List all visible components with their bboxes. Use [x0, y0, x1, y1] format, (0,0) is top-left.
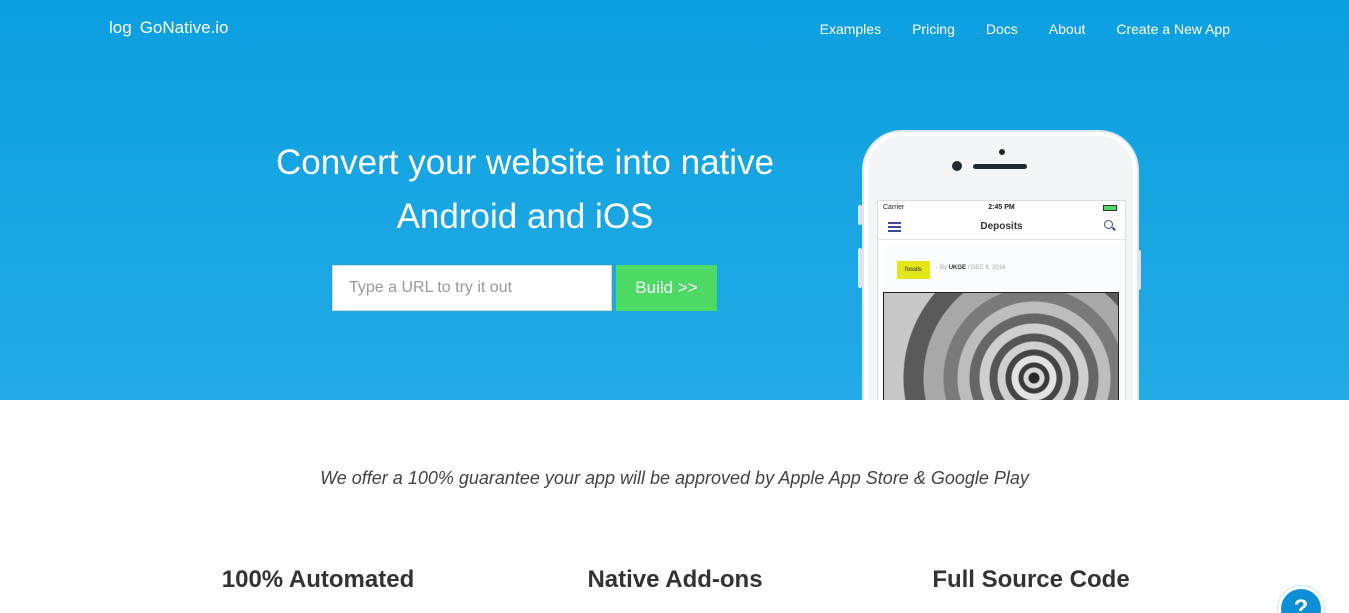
brand-link[interactable]: log GoNative.io — [109, 18, 229, 38]
feature-title-automated: 100% Automated — [221, 566, 415, 593]
feature-title-source-code: Full Source Code — [932, 566, 1130, 593]
help-chat-button[interactable]: ? — [1278, 586, 1324, 613]
article-meta: By UKGE / DEC 8, 2016 — [940, 265, 1005, 271]
url-input[interactable] — [332, 265, 612, 311]
search-icon — [1104, 220, 1113, 229]
battery-icon — [1103, 205, 1117, 211]
author-prefix: By — [940, 265, 948, 271]
feature-title-native-addons: Native Add-ons — [587, 566, 763, 593]
category-tag: fossils — [897, 261, 930, 279]
headline-line-2: Android and iOS — [396, 197, 654, 236]
hero-section: log GoNative.io Examples Pricing Docs Ab… — [0, 0, 1349, 400]
article-date: / DEC 8, 2016 — [967, 265, 1006, 271]
app-header: Deposits — [878, 216, 1125, 240]
nav-pricing[interactable]: Pricing — [912, 21, 955, 37]
nav-examples[interactable]: Examples — [820, 21, 881, 37]
status-time: 2:45 PM — [988, 204, 1015, 211]
phone-camera — [952, 161, 962, 171]
app-title: Deposits — [980, 221, 1023, 232]
article-card: fossils By UKGE / DEC 8, 2016 — [883, 247, 1121, 400]
fossil-image — [883, 292, 1119, 400]
phone-speaker — [973, 164, 1027, 169]
guarantee-text: We offer a 100% guarantee your app will … — [320, 468, 1029, 488]
brand-name: GoNative.io — [139, 18, 229, 37]
nav-docs[interactable]: Docs — [986, 21, 1018, 37]
try-url-form: Build >> — [332, 265, 717, 311]
author-name: UKGE — [948, 265, 967, 271]
phone-status-bar: Carrier 2:45 PM — [878, 204, 1125, 216]
hero-headline: Convert your website into native Android… — [230, 136, 820, 244]
phone-screen: Carrier 2:45 PM Deposits fossils By UKGE… — [877, 200, 1126, 400]
main-nav: Examples Pricing Docs About Create a New… — [820, 21, 1230, 37]
nav-about[interactable]: About — [1049, 21, 1086, 37]
nav-create-new-app[interactable]: Create a New App — [1116, 21, 1230, 37]
phone-sensor — [999, 149, 1005, 155]
headline-line-1: Convert your website into native — [275, 143, 775, 182]
build-button[interactable]: Build >> — [616, 265, 717, 311]
navbar: log GoNative.io Examples Pricing Docs Ab… — [0, 0, 1349, 60]
logo-image-alt: log — [109, 18, 132, 37]
phone-mockup: Carrier 2:45 PM Deposits fossils By UKGE… — [862, 130, 1139, 400]
